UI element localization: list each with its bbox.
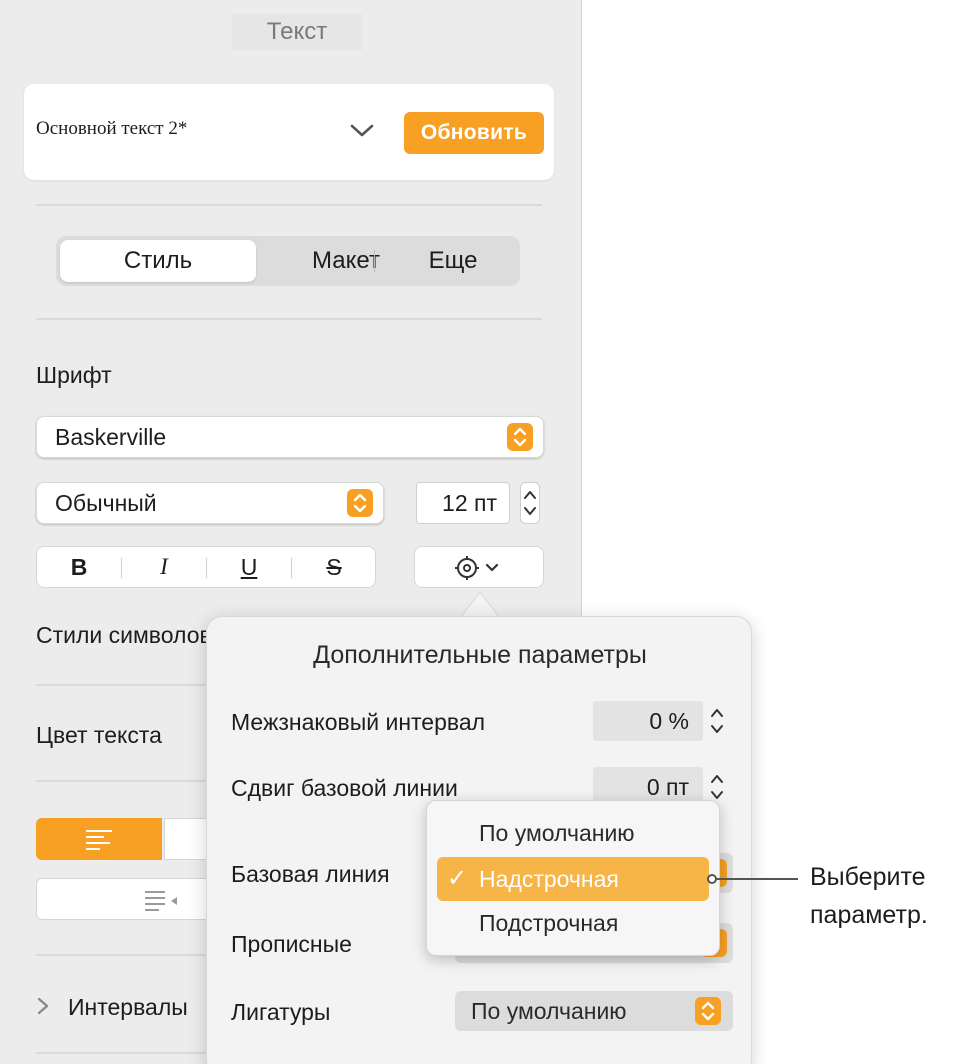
baseline-label: Базовая линия (231, 861, 390, 887)
gear-icon (455, 556, 499, 580)
popup-arrows-icon (695, 997, 721, 1025)
indent-icon (145, 891, 177, 911)
popup-arrows-icon (347, 489, 373, 517)
menu-item-subscript[interactable]: Подстрочная (479, 903, 618, 943)
popover-title: Дополнительные параметры (313, 641, 647, 669)
callout-line (712, 878, 798, 880)
align-left-button[interactable] (36, 818, 162, 860)
tab-more[interactable]: Еще (386, 236, 520, 286)
italic-button[interactable]: I (122, 547, 206, 587)
ligatures-label: Лигатуры (231, 999, 331, 1025)
text-format-buttons: B I U S (36, 546, 376, 588)
popup-arrows-icon (507, 423, 533, 451)
menu-item-default[interactable]: По умолчанию (479, 813, 635, 853)
font-family-popup[interactable]: Baskerville (36, 416, 544, 458)
callout-line-2: параметр. (810, 901, 928, 929)
update-style-button[interactable]: Обновить (404, 112, 544, 154)
capitalization-label: Прописные (231, 931, 352, 957)
typeface-value: Обычный (55, 490, 157, 516)
ligatures-popup[interactable]: По умолчанию (455, 991, 733, 1031)
strikethrough-button[interactable]: S (292, 547, 376, 587)
baseline-menu: По умолчанию ✓ Надстрочная Подстрочная (426, 800, 720, 956)
font-section-label: Шрифт (36, 362, 112, 388)
underline-button[interactable]: U (207, 547, 291, 587)
align-left-icon (86, 830, 112, 850)
bold-button[interactable]: B (37, 547, 121, 587)
character-spacing-field[interactable]: 0 % (593, 701, 703, 741)
character-spacing-label: Межзнаковый интервал (231, 709, 486, 735)
callout-text: Выберите параметр. (810, 858, 928, 934)
typeface-popup[interactable]: Обычный (36, 482, 384, 524)
sidebar-title: Текст (232, 14, 362, 50)
divider (36, 204, 542, 206)
paragraph-style-card[interactable]: Основной текст 2* Обновить (24, 84, 554, 180)
callout-dot (707, 874, 717, 884)
advanced-options-button[interactable] (414, 546, 544, 588)
font-size-stepper[interactable] (520, 482, 540, 524)
font-size-field[interactable]: 12 пт (416, 482, 510, 524)
divider (36, 318, 542, 320)
chevron-down-icon[interactable] (348, 118, 376, 142)
char-styles-label: Стили символов (36, 622, 212, 648)
checkmark-icon: ✓ (447, 865, 468, 892)
tab-style[interactable]: Стиль (60, 240, 256, 282)
tab-separator (374, 250, 375, 272)
character-spacing-stepper[interactable] (707, 701, 727, 741)
sidebar-tabs: Стиль Макет Еще (56, 236, 520, 286)
popover-arrow (460, 591, 500, 618)
font-family-value: Baskerville (55, 424, 167, 450)
chevron-right-icon[interactable] (36, 996, 50, 1016)
callout-line-1: Выберите (810, 863, 926, 891)
baseline-shift-label: Сдвиг базовой линии (231, 775, 458, 801)
menu-item-superscript[interactable]: Надстрочная (479, 857, 619, 901)
paragraph-style-name: Основной текст 2* (36, 118, 188, 139)
spacing-section-label[interactable]: Интервалы (68, 994, 188, 1021)
ligatures-value: По умолчанию (471, 998, 627, 1024)
text-color-label: Цвет текста (36, 722, 162, 748)
